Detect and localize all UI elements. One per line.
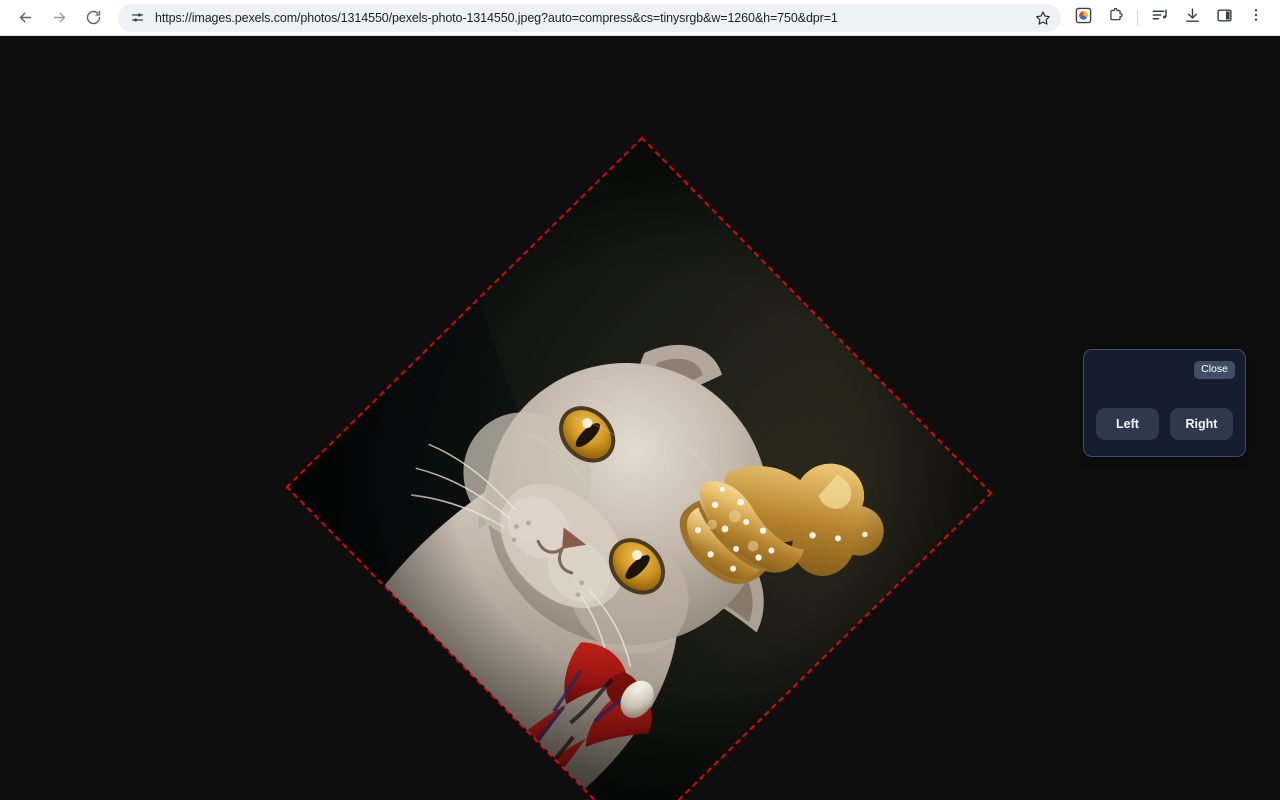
rotate-right-button[interactable]: Right xyxy=(1170,408,1233,440)
downloads-button[interactable] xyxy=(1179,5,1205,31)
forward-button[interactable] xyxy=(45,4,73,32)
forward-arrow-icon xyxy=(51,9,68,26)
photo-inner xyxy=(285,136,993,800)
media-playlist-icon xyxy=(1151,6,1169,29)
browser-essentials-button[interactable] xyxy=(1070,5,1096,31)
star-outline-icon[interactable] xyxy=(1035,10,1051,26)
cat-photo xyxy=(285,136,993,800)
downloads-icon xyxy=(1184,7,1201,29)
address-bar[interactable]: https://images.pexels.com/photos/1314550… xyxy=(118,3,1061,32)
chrome-menu-button[interactable] xyxy=(1243,5,1269,31)
rotation-button-row: Left Right xyxy=(1084,408,1245,440)
side-panel-button[interactable] xyxy=(1211,5,1237,31)
reload-icon xyxy=(85,9,102,26)
side-panel-icon xyxy=(1216,7,1233,29)
photo-wrapper xyxy=(285,136,993,800)
toolbar-divider xyxy=(1137,9,1138,26)
media-playlist-button[interactable] xyxy=(1147,5,1173,31)
close-button[interactable]: Close xyxy=(1194,361,1235,380)
toolbar-icon-group xyxy=(1067,5,1272,31)
browser-toolbar: https://images.pexels.com/photos/1314550… xyxy=(0,0,1280,36)
rotate-left-button[interactable]: Left xyxy=(1096,408,1159,440)
extensions-puzzle-icon xyxy=(1107,7,1124,29)
rotated-image-frame[interactable] xyxy=(285,136,993,800)
reload-button[interactable] xyxy=(79,4,107,32)
url-text[interactable]: https://images.pexels.com/photos/1314550… xyxy=(155,11,1027,25)
tune-sliders-icon[interactable] xyxy=(130,10,145,25)
browser-essentials-icon xyxy=(1075,7,1092,29)
page-content-area: Close Left Right xyxy=(0,36,1280,800)
back-button[interactable] xyxy=(11,4,39,32)
extensions-button[interactable] xyxy=(1102,5,1128,31)
rotation-control-panel: Close Left Right xyxy=(1083,349,1246,457)
back-arrow-icon xyxy=(17,9,34,26)
chrome-menu-kebab-icon xyxy=(1248,7,1264,28)
